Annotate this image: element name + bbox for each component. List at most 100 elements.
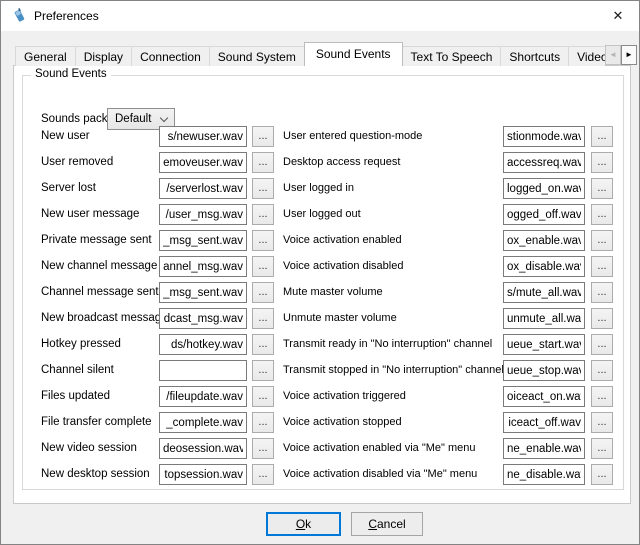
cancel-button[interactable]: Cancel [351, 512, 423, 536]
sound-event-row: Voice activation disabled... [283, 256, 613, 277]
browse-button[interactable]: ... [591, 438, 613, 459]
sound-event-row: Transmit stopped in "No interruption" ch… [283, 360, 613, 381]
sound-event-row: Channel silent... [41, 360, 274, 381]
browse-button[interactable]: ... [252, 152, 274, 173]
browse-button[interactable]: ... [252, 230, 274, 251]
sound-file-input[interactable] [503, 152, 585, 173]
sound-file-input[interactable] [503, 360, 585, 381]
sound-event-row: Mute master volume... [283, 282, 613, 303]
sound-event-label: User logged in [283, 182, 354, 194]
sound-event-row: Voice activation enabled via "Me" menu..… [283, 438, 613, 459]
browse-button[interactable]: ... [252, 412, 274, 433]
sound-file-input[interactable] [159, 230, 247, 251]
sound-event-row: New channel message... [41, 256, 274, 277]
sound-file-input[interactable] [503, 386, 585, 407]
sound-event-row: New broadcast message... [41, 308, 274, 329]
tab-general[interactable]: General [15, 46, 76, 66]
browse-button[interactable]: ... [591, 386, 613, 407]
tab-shortcuts[interactable]: Shortcuts [500, 46, 569, 66]
sounds-pack-value: Default [115, 113, 151, 125]
sound-events-tab-page: Sound Events Sounds pack Default New use… [13, 65, 631, 504]
browse-button[interactable]: ... [252, 126, 274, 147]
browse-button[interactable]: ... [591, 204, 613, 225]
sound-event-label: User entered question-mode [283, 130, 422, 142]
sounds-pack-label: Sounds pack [41, 113, 108, 125]
browse-button[interactable]: ... [252, 256, 274, 277]
browse-button[interactable]: ... [591, 308, 613, 329]
browse-button[interactable]: ... [252, 438, 274, 459]
sound-event-label: New user message [41, 208, 139, 220]
sound-event-label: Voice activation triggered [283, 390, 406, 402]
browse-button[interactable]: ... [252, 360, 274, 381]
sound-file-input[interactable] [503, 464, 585, 485]
sound-events-groupbox: Sound Events Sounds pack Default New use… [22, 75, 624, 490]
sound-file-input[interactable] [503, 282, 585, 303]
browse-button[interactable]: ... [591, 178, 613, 199]
sound-file-input[interactable] [159, 308, 247, 329]
sound-event-row: New video session... [41, 438, 274, 459]
sound-event-label: Voice activation stopped [283, 416, 402, 428]
close-icon[interactable]: ✕ [607, 7, 629, 25]
tab-display[interactable]: Display [75, 46, 132, 66]
sound-event-label: Hotkey pressed [41, 338, 121, 350]
browse-button[interactable]: ... [591, 464, 613, 485]
sound-event-row: Voice activation disabled via "Me" menu.… [283, 464, 613, 485]
browse-button[interactable]: ... [252, 204, 274, 225]
sound-file-input[interactable] [159, 464, 247, 485]
sound-file-input[interactable] [159, 334, 247, 355]
tab-scroll-right-button[interactable]: ► [621, 45, 637, 65]
browse-button[interactable]: ... [591, 152, 613, 173]
sound-file-input[interactable] [159, 360, 247, 381]
sound-file-input[interactable] [159, 204, 247, 225]
sound-event-label: Desktop access request [283, 156, 400, 168]
browse-button[interactable]: ... [591, 230, 613, 251]
sound-file-input[interactable] [159, 178, 247, 199]
tab-scroll-left-button[interactable]: ◄ [605, 45, 621, 65]
sound-event-label: New desktop session [41, 468, 150, 480]
sound-event-row: Voice activation enabled... [283, 230, 613, 251]
sound-file-input[interactable] [503, 334, 585, 355]
preferences-dialog: Preferences ✕ GeneralDisplayConnectionSo… [0, 0, 640, 545]
tab-video[interactable]: Video [568, 46, 605, 66]
browse-button[interactable]: ... [252, 334, 274, 355]
sound-file-input[interactable] [503, 178, 585, 199]
sound-event-label: Voice activation disabled [283, 260, 403, 272]
tab-sound-events[interactable]: Sound Events [304, 42, 403, 66]
browse-button[interactable]: ... [252, 178, 274, 199]
sound-file-input[interactable] [503, 438, 585, 459]
tab-text-to-speech[interactable]: Text To Speech [402, 46, 502, 66]
browse-button[interactable]: ... [252, 282, 274, 303]
sound-event-row: Channel message sent... [41, 282, 274, 303]
sound-event-label: Server lost [41, 182, 96, 194]
sound-file-input[interactable] [503, 230, 585, 251]
sound-event-row: Desktop access request... [283, 152, 613, 173]
sound-file-input[interactable] [503, 256, 585, 277]
sound-file-input[interactable] [159, 256, 247, 277]
window-title: Preferences [34, 9, 99, 23]
sound-file-input[interactable] [503, 126, 585, 147]
sound-event-label: Files updated [41, 390, 110, 402]
sound-event-row: File transfer complete... [41, 412, 274, 433]
sound-file-input[interactable] [503, 412, 585, 433]
sound-file-input[interactable] [159, 282, 247, 303]
browse-button[interactable]: ... [591, 126, 613, 147]
sound-file-input[interactable] [159, 152, 247, 173]
browse-button[interactable]: ... [591, 334, 613, 355]
browse-button[interactable]: ... [591, 412, 613, 433]
browse-button[interactable]: ... [252, 464, 274, 485]
sound-file-input[interactable] [159, 438, 247, 459]
sound-file-input[interactable] [159, 412, 247, 433]
sound-file-input[interactable] [503, 308, 585, 329]
sound-file-input[interactable] [503, 204, 585, 225]
ok-button[interactable]: Ok [266, 512, 341, 536]
sound-file-input[interactable] [159, 386, 247, 407]
tab-sound-system[interactable]: Sound System [209, 46, 305, 66]
browse-button[interactable]: ... [591, 256, 613, 277]
sound-event-label: Channel message sent [41, 286, 159, 298]
browse-button[interactable]: ... [591, 360, 613, 381]
tab-connection[interactable]: Connection [131, 46, 210, 66]
sound-file-input[interactable] [159, 126, 247, 147]
browse-button[interactable]: ... [591, 282, 613, 303]
browse-button[interactable]: ... [252, 386, 274, 407]
browse-button[interactable]: ... [252, 308, 274, 329]
